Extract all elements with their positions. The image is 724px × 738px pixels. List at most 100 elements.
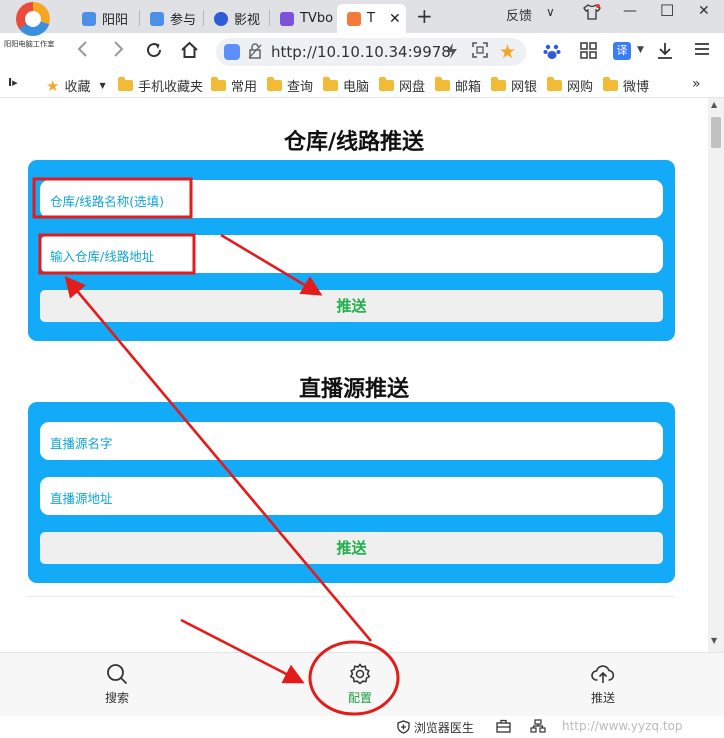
tab-1-favicon-icon <box>82 11 96 26</box>
nav-search-label: 搜索 <box>104 691 129 705</box>
tab-3[interactable]: 影视 <box>204 4 268 33</box>
nav-config-label: 配置 <box>347 691 372 705</box>
address-toolbar: http://10.10.10.34:9978 ★ 译 ▼ <box>0 33 724 71</box>
tab-4-title: TVbo <box>300 11 334 26</box>
watermark-text: http://www.yyzq.top <box>562 719 683 733</box>
warehouse-panel: 仓库/线路名称(选填) 输入仓库/线路地址 推送 <box>28 160 675 341</box>
live-push-button[interactable]: 推送 <box>40 532 663 564</box>
bookmark-item[interactable]: 网盘 <box>379 76 425 95</box>
warehouse-address-input[interactable]: 输入仓库/线路地址 <box>40 235 663 273</box>
tab-1-title: 阳阳 <box>102 13 129 28</box>
folder-icon <box>323 77 338 91</box>
skin-shirt-icon[interactable] <box>583 4 601 24</box>
minimize-button[interactable]: — <box>623 3 637 19</box>
tab-3-title: 影视 <box>234 13 261 28</box>
tab-active-favicon-icon <box>347 11 361 26</box>
folder-icon <box>379 77 394 91</box>
apps-grid-icon[interactable] <box>580 42 597 63</box>
browser-status-bar: 浏览器医生 http://www.yyzq.top <box>0 716 724 738</box>
home-icon[interactable] <box>180 41 199 64</box>
bookmark-collect[interactable]: ★ 收藏 ▼ <box>46 76 106 96</box>
tab-active-title: T <box>367 11 375 26</box>
bookmark-item[interactable]: 网银 <box>491 76 537 95</box>
browser-tab-bar: 阳阳 参与 影视 TVbo T ✕ + 反馈 ∨ — ☐ ✕ <box>0 0 724 33</box>
bookmark-collect-label: 收藏 <box>64 80 91 95</box>
folder-icon <box>435 77 450 91</box>
tab-1[interactable]: 阳阳 <box>72 4 138 33</box>
forward-icon[interactable] <box>111 41 125 62</box>
tab-2-title: 参与 <box>170 13 197 28</box>
bookmark-item[interactable]: 邮箱 <box>435 76 481 95</box>
download-icon[interactable] <box>657 42 673 64</box>
tab-4[interactable]: TVbo <box>270 4 336 33</box>
close-window-button[interactable]: ✕ <box>698 3 710 19</box>
lightning-icon[interactable] <box>446 42 458 64</box>
network-icon[interactable] <box>530 719 546 736</box>
warehouse-push-button[interactable]: 推送 <box>40 290 663 322</box>
folder-icon <box>211 77 226 91</box>
maximize-button[interactable]: ☐ <box>660 1 674 20</box>
chevron-down-icon[interactable]: ∨ <box>546 5 555 19</box>
tab-active[interactable]: T ✕ <box>337 4 406 33</box>
address-bar[interactable]: http://10.10.10.34:9978 ★ <box>216 38 526 66</box>
security-shield-icon <box>224 44 240 60</box>
back-icon[interactable] <box>76 41 90 62</box>
feedback-button[interactable]: 反馈 <box>506 5 532 24</box>
browser-logo: 阳阳电脑工作室 <box>4 2 68 52</box>
shield-plus-icon <box>397 720 414 735</box>
live-panel: 直播源名字 直播源地址 推送 <box>28 402 675 583</box>
scrollbar-thumb[interactable] <box>711 117 721 148</box>
live-address-input[interactable]: 直播源地址 <box>40 477 663 515</box>
folder-icon <box>603 77 618 91</box>
screenshot-crop-icon[interactable] <box>472 42 488 62</box>
briefcase-icon[interactable] <box>496 719 511 736</box>
bookmark-item[interactable]: 手机收藏夹 <box>118 76 203 95</box>
tab-4-favicon-icon <box>280 11 294 26</box>
browser-doctor[interactable]: 浏览器医生 <box>397 719 474 736</box>
search-icon <box>107 664 128 685</box>
bookmark-item[interactable]: 微博 <box>603 76 649 95</box>
nav-push[interactable]: 推送 <box>573 663 633 706</box>
bookmark-item[interactable]: 网购 <box>547 76 593 95</box>
bottom-navigation: 搜索 配置 推送 <box>0 652 724 716</box>
tab-2-favicon-icon <box>150 11 164 26</box>
warehouse-section-title: 仓库/线路推送 <box>283 130 425 155</box>
star-icon: ★ <box>46 76 60 95</box>
tab-2[interactable]: 参与 <box>140 4 202 33</box>
divider <box>28 596 675 597</box>
live-section-title: 直播源推送 <box>298 377 409 402</box>
folder-icon <box>491 77 506 91</box>
sidebar-toggle-icon[interactable]: I▸ <box>8 76 18 89</box>
translate-icon[interactable]: 译 <box>613 42 631 60</box>
cloud-upload-icon <box>591 665 615 683</box>
new-tab-button[interactable]: + <box>416 4 433 28</box>
tab-3-favicon-icon <box>214 11 228 26</box>
live-name-input[interactable]: 直播源名字 <box>40 422 663 460</box>
nav-search[interactable]: 搜索 <box>87 663 147 706</box>
folder-icon <box>267 77 282 91</box>
favorite-star-icon[interactable]: ★ <box>499 41 516 63</box>
menu-icon[interactable] <box>694 42 710 60</box>
page-scrollbar[interactable]: ▲ ▼ <box>708 98 724 652</box>
chevron-down-icon: ▼ <box>99 81 106 90</box>
warehouse-name-input[interactable]: 仓库/线路名称(选填) <box>40 180 663 218</box>
bookmarks-bar: I▸ ★ 收藏 ▼ 手机收藏夹 常用 查询 电脑 网盘 邮箱 网银 网购 微博 … <box>0 71 724 98</box>
close-tab-icon[interactable]: ✕ <box>389 11 401 27</box>
insecure-lock-icon <box>248 43 262 63</box>
baidu-paw-icon[interactable] <box>543 42 561 64</box>
translate-dropdown-icon[interactable]: ▼ <box>637 45 644 55</box>
bookmark-item[interactable]: 查询 <box>267 76 313 95</box>
logo-text: 阳阳电脑工作室 <box>4 40 55 49</box>
reload-icon[interactable] <box>145 41 163 64</box>
bookmark-item[interactable]: 常用 <box>211 76 257 95</box>
more-bookmarks-button[interactable]: » <box>692 76 701 92</box>
folder-icon <box>547 77 562 91</box>
bookmark-item[interactable]: 电脑 <box>323 76 369 95</box>
page-content: 仓库/线路推送 仓库/线路名称(选填) 输入仓库/线路地址 推送 直播源推送 直… <box>0 98 708 652</box>
scroll-up-icon[interactable]: ▲ <box>711 100 717 109</box>
logo-icon <box>16 2 50 36</box>
folder-icon <box>118 77 133 91</box>
browser-doctor-label: 浏览器医生 <box>413 721 474 735</box>
nav-config[interactable]: 配置 <box>330 663 390 706</box>
scroll-down-icon[interactable]: ▼ <box>711 636 717 645</box>
